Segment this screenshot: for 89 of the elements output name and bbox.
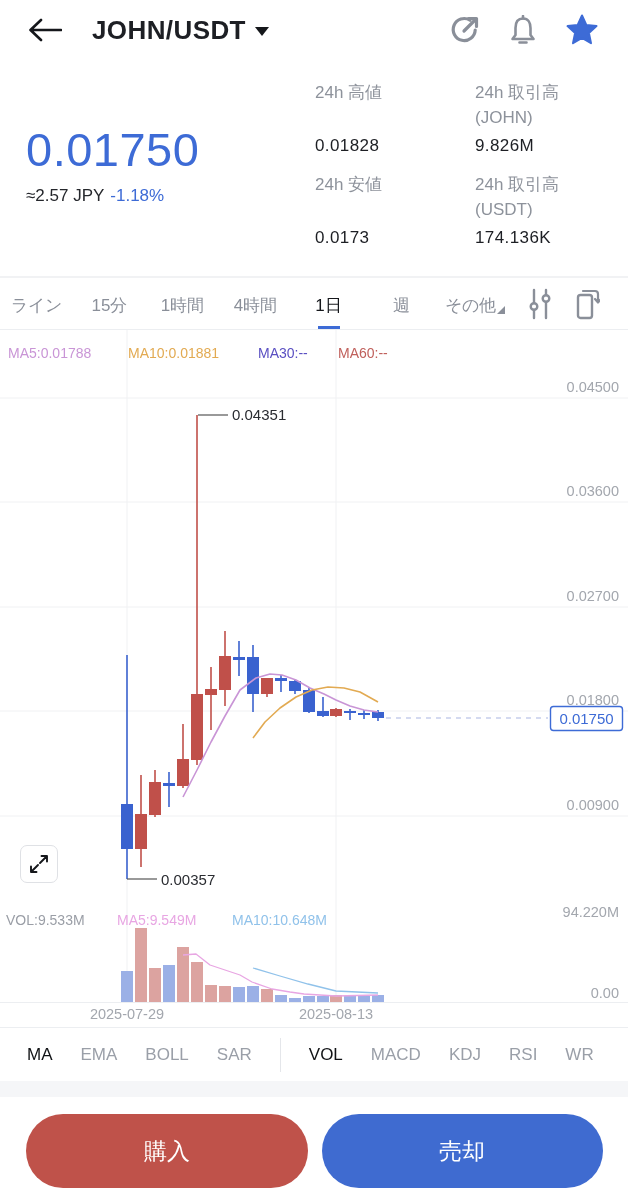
- leader-line: [197, 414, 229, 416]
- price-axis-label: 0.04500: [566, 379, 619, 395]
- ma-legend-label: MA10:0.01881: [128, 345, 220, 361]
- timeframe-tab[interactable]: 1時間: [146, 278, 219, 329]
- high-price-label: 0.04351: [232, 406, 287, 423]
- indicator-tab[interactable]: MA: [27, 1042, 53, 1067]
- volume-legend-label: MA10:10.648M: [232, 912, 327, 928]
- volume-axis-label: 0.00: [590, 985, 619, 1001]
- price-axis-label: 0.01800: [566, 692, 619, 708]
- volume-axis-label: 94.220M: [562, 904, 619, 920]
- caret-icon[interactable]: [254, 26, 269, 36]
- ma-legend-label: MA30:--: [258, 345, 308, 361]
- indicator-tab[interactable]: EMA: [80, 1042, 118, 1067]
- candle: [163, 771, 175, 808]
- candle: [289, 679, 301, 695]
- star-icon[interactable]: [566, 14, 598, 46]
- buy-button[interactable]: 購入: [26, 1114, 308, 1188]
- candle: [233, 640, 245, 677]
- candle: [303, 687, 315, 714]
- stat-value: 0.01828: [315, 135, 381, 157]
- date-label: 2025-08-13: [298, 1006, 374, 1022]
- indicator-tab[interactable]: WR: [565, 1042, 594, 1067]
- stat-label: 24h 安値: [315, 174, 384, 196]
- timeframe-tab[interactable]: その他: [438, 278, 511, 329]
- price-axis-label: 0.02700: [566, 588, 619, 604]
- volume-bar: [261, 989, 273, 1002]
- indicator-tab[interactable]: KDJ: [448, 1042, 481, 1067]
- candle: [358, 709, 370, 720]
- stat-label: 24h 取引高 (USDT): [475, 174, 561, 221]
- stat-value: 9.826M: [475, 135, 536, 157]
- fiat-price: ≈2.57 JPY: [26, 185, 105, 207]
- volume-bar: [205, 985, 217, 1002]
- sliders-icon[interactable]: [528, 287, 552, 320]
- volume-bar: [149, 968, 161, 1002]
- indicator-tab[interactable]: VOL: [308, 1042, 343, 1067]
- volume-bar: [275, 995, 287, 1002]
- candle: [205, 666, 217, 731]
- caret-icon: [496, 305, 505, 314]
- candle: [247, 644, 259, 713]
- timeframe-tab[interactable]: ライン: [0, 278, 73, 329]
- ma-legend-label: MA5:0.01788: [8, 345, 92, 361]
- candle: [177, 723, 189, 789]
- pair-title[interactable]: JOHN/USDT: [92, 14, 246, 46]
- price-axis-label: 0.03600: [566, 483, 619, 499]
- volume-bar: [289, 998, 301, 1002]
- expand-icon: [29, 854, 49, 874]
- stat-label: 24h 高値: [315, 82, 384, 104]
- date-label: 2025-07-29: [89, 1006, 165, 1022]
- volume-bar: [163, 965, 175, 1002]
- volume-bar: [344, 996, 356, 1002]
- sell-button[interactable]: 売却: [321, 1114, 603, 1188]
- expand-button[interactable]: [20, 845, 58, 883]
- candle: [261, 677, 273, 698]
- volume-bar: [358, 996, 370, 1002]
- indicator-tab[interactable]: RSI: [509, 1042, 538, 1067]
- circle-arrow-icon[interactable]: [450, 15, 480, 45]
- last-price: 0.01750: [26, 123, 201, 177]
- volume-legend-label: VOL:9.533M: [6, 912, 85, 928]
- stat-label: 24h 取引高 (JOHN): [475, 82, 561, 129]
- last-price-tag: 0.01750: [549, 705, 624, 732]
- volume-bar: [121, 971, 133, 1002]
- volume-legend-label: MA5:9.549M: [117, 912, 197, 928]
- low-price-label: 0.00357: [161, 871, 216, 888]
- leader-line: [126, 878, 158, 880]
- volume-bar: [233, 987, 245, 1002]
- volume-bar: [177, 947, 189, 1002]
- ma-legend-label: MA60:--: [338, 345, 388, 361]
- phone-rotate-icon[interactable]: [576, 287, 600, 320]
- stat-value: 174.136K: [475, 227, 552, 249]
- timeframe-tab[interactable]: 15分: [73, 278, 146, 329]
- volume-bar: [219, 986, 231, 1002]
- volume-bar: [303, 996, 315, 1002]
- candle: [149, 769, 161, 818]
- indicator-tab[interactable]: BOLL: [145, 1042, 189, 1067]
- price-change: -1.18%: [110, 185, 165, 207]
- timeframe-tab[interactable]: 4時間: [219, 278, 292, 329]
- volume-bar: [191, 962, 203, 1002]
- bell-icon[interactable]: [510, 15, 536, 45]
- indicator-tab[interactable]: SAR: [216, 1042, 252, 1067]
- candle: [372, 709, 384, 722]
- price-axis-label: 0.00900: [566, 797, 619, 813]
- volume-bar: [372, 995, 384, 1002]
- indicator-tab[interactable]: MACD: [370, 1042, 421, 1067]
- stat-value: 0.0173: [315, 227, 371, 249]
- volume-bar: [247, 986, 259, 1002]
- candle: [275, 674, 287, 693]
- candle: [344, 708, 356, 721]
- back-icon[interactable]: [28, 18, 62, 42]
- timeframe-tab[interactable]: 週: [365, 278, 438, 329]
